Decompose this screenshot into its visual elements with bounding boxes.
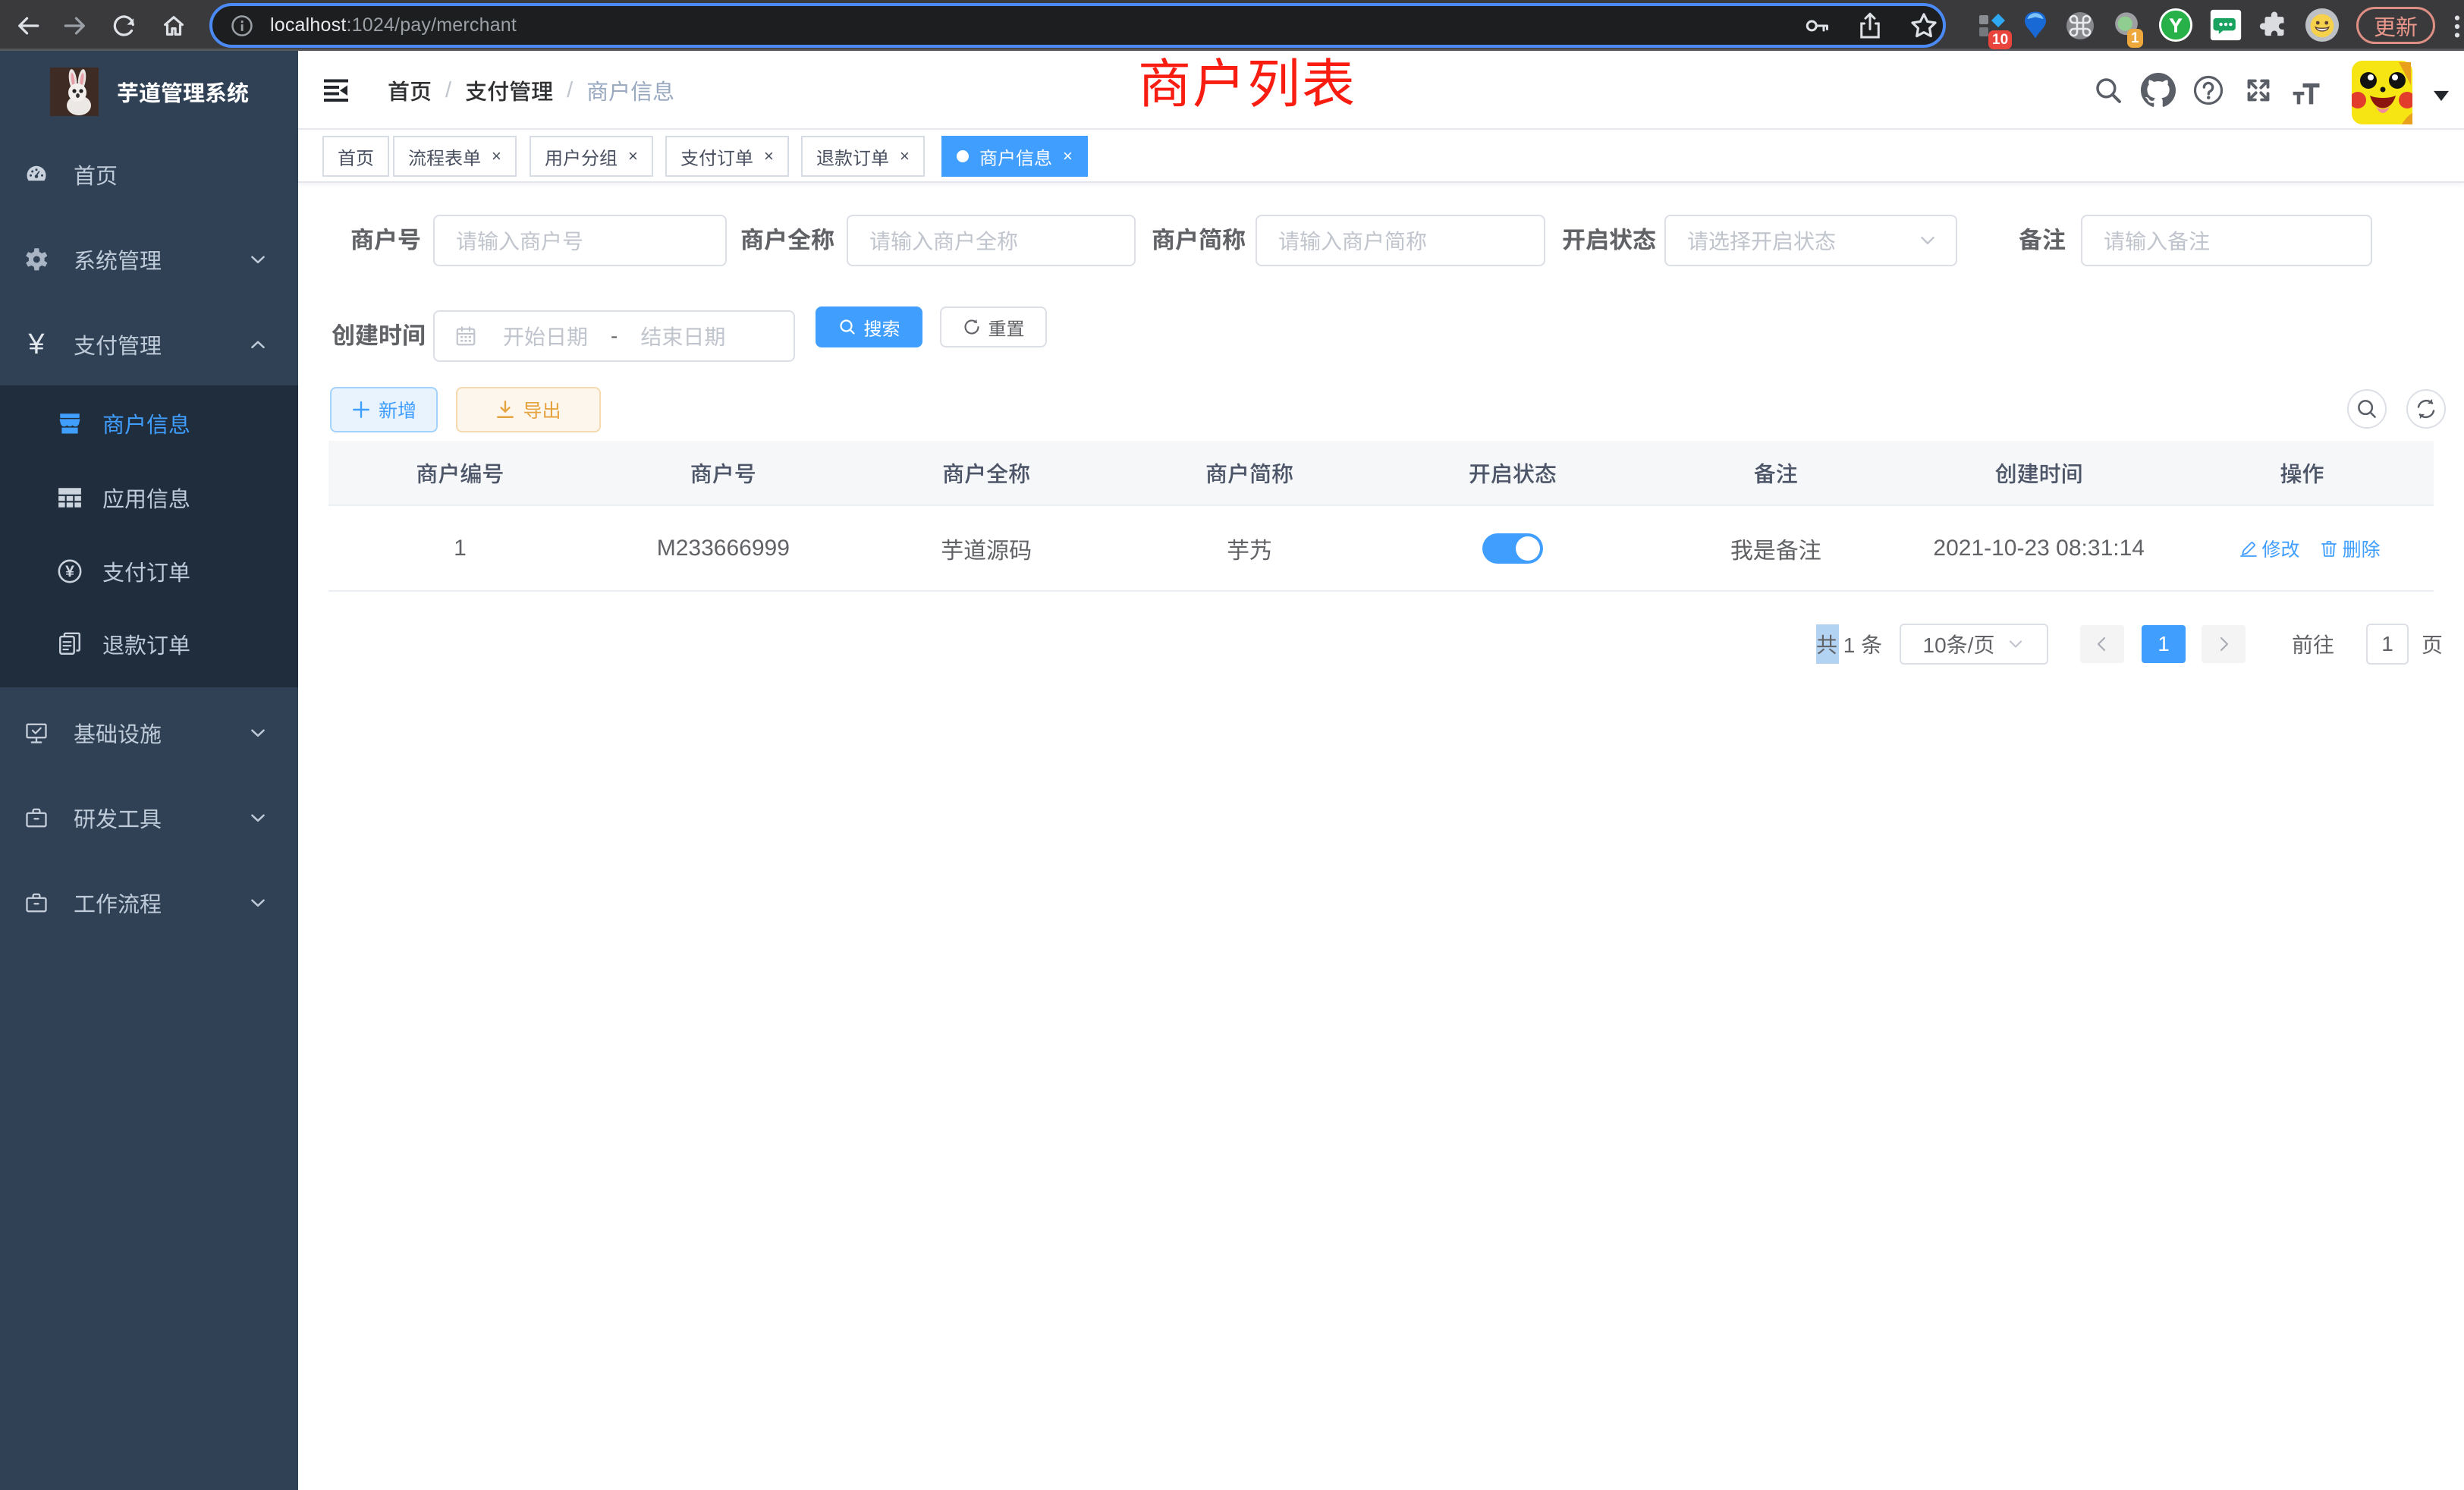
svg-text:¥: ¥	[65, 562, 74, 580]
